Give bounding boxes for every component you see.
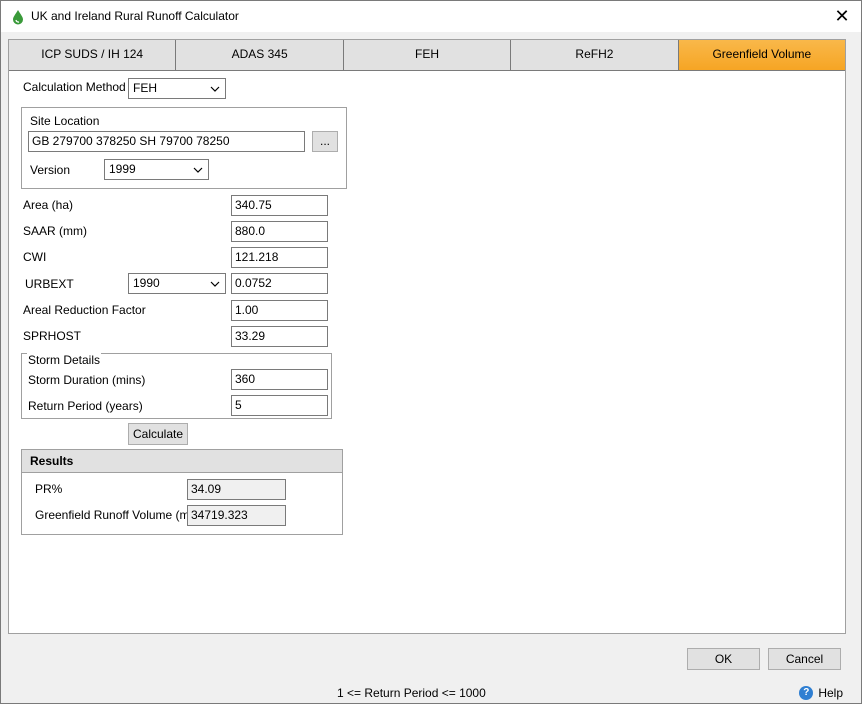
tab-refh2[interactable]: ReFH2 [511, 40, 679, 71]
calculator-window: UK and Ireland Rural Runoff Calculator ✕… [0, 0, 862, 704]
cancel-button[interactable]: Cancel [768, 648, 841, 670]
sprhost-input[interactable]: 33.29 [231, 326, 328, 347]
chevron-down-icon [210, 281, 220, 287]
calc-method-select[interactable]: FEH [128, 78, 226, 99]
site-location-title: Site Location [30, 114, 100, 128]
window-title: UK and Ireland Rural Runoff Calculator [31, 9, 239, 23]
site-location-group: Site Location GB 279700 378250 SH 79700 … [21, 107, 347, 189]
saar-label: SAAR (mm) [23, 224, 87, 238]
calc-method-label: Calculation Method [23, 80, 126, 94]
tab-strip: ICP SUDS / IH 124 ADAS 345 FEH ReFH2 Gre… [9, 40, 846, 71]
status-bar: 1 <= Return Period <= 1000 ? Help [1, 683, 861, 703]
sprhost-label: SPRHOST [23, 329, 82, 343]
water-drop-icon [13, 10, 23, 25]
tab-greenfield-volume[interactable]: Greenfield Volume [678, 40, 846, 71]
urbext-year-value: 1990 [133, 276, 160, 290]
results-group: Results PR% 34.09 Greenfield Runoff Volu… [21, 449, 343, 535]
area-label: Area (ha) [23, 198, 74, 212]
help-label: Help [818, 686, 843, 700]
calculate-button[interactable]: Calculate [128, 423, 188, 445]
results-title: Results [22, 450, 342, 473]
storm-details-group: Storm Details Storm Duration (mins) 360 … [21, 353, 332, 419]
storm-duration-input[interactable]: 360 [231, 369, 328, 390]
chevron-down-icon [210, 86, 220, 92]
close-button[interactable]: ✕ [833, 7, 851, 25]
version-value: 1999 [109, 162, 136, 176]
pr-label: PR% [35, 482, 63, 496]
site-location-input[interactable]: GB 279700 378250 SH 79700 78250 [28, 131, 305, 152]
return-period-label: Return Period (years) [28, 399, 143, 413]
urbext-input[interactable]: 0.0752 [231, 273, 328, 294]
return-period-input[interactable]: 5 [231, 395, 328, 416]
arf-input[interactable]: 1.00 [231, 300, 328, 321]
saar-input[interactable]: 880.0 [231, 221, 328, 242]
version-select[interactable]: 1999 [104, 159, 209, 180]
help-button[interactable]: ? Help [799, 686, 843, 700]
urbext-year-select[interactable]: 1990 [128, 273, 226, 294]
dialog-client: ICP SUDS / IH 124 ADAS 345 FEH ReFH2 Gre… [1, 32, 861, 703]
tab-adas-345[interactable]: ADAS 345 [176, 40, 344, 71]
version-label: Version [30, 163, 71, 177]
arf-label: Areal Reduction Factor [23, 303, 146, 317]
help-icon: ? [799, 686, 814, 700]
tab-feh[interactable]: FEH [343, 40, 512, 71]
status-text: 1 <= Return Period <= 1000 [337, 686, 486, 700]
pr-output: 34.09 [187, 479, 286, 500]
title-bar: UK and Ireland Rural Runoff Calculator ✕ [1, 1, 861, 32]
tab-icp-suds[interactable]: ICP SUDS / IH 124 [9, 40, 177, 71]
calc-method-value: FEH [133, 81, 157, 95]
storm-duration-label: Storm Duration (mins) [28, 373, 146, 387]
greenfield-volume-label: Greenfield Runoff Volume (m³) [35, 508, 198, 522]
tab-panel: ICP SUDS / IH 124 ADAS 345 FEH ReFH2 Gre… [8, 39, 846, 634]
storm-details-title: Storm Details [27, 353, 102, 367]
cwi-input[interactable]: 121.218 [231, 247, 328, 268]
area-input[interactable]: 340.75 [231, 195, 328, 216]
browse-button[interactable]: ... [312, 131, 338, 152]
chevron-down-icon [193, 167, 203, 173]
ok-button[interactable]: OK [687, 648, 760, 670]
cwi-label: CWI [23, 250, 47, 264]
urbext-label: URBEXT [25, 277, 74, 291]
greenfield-volume-output: 34719.323 [187, 505, 286, 526]
